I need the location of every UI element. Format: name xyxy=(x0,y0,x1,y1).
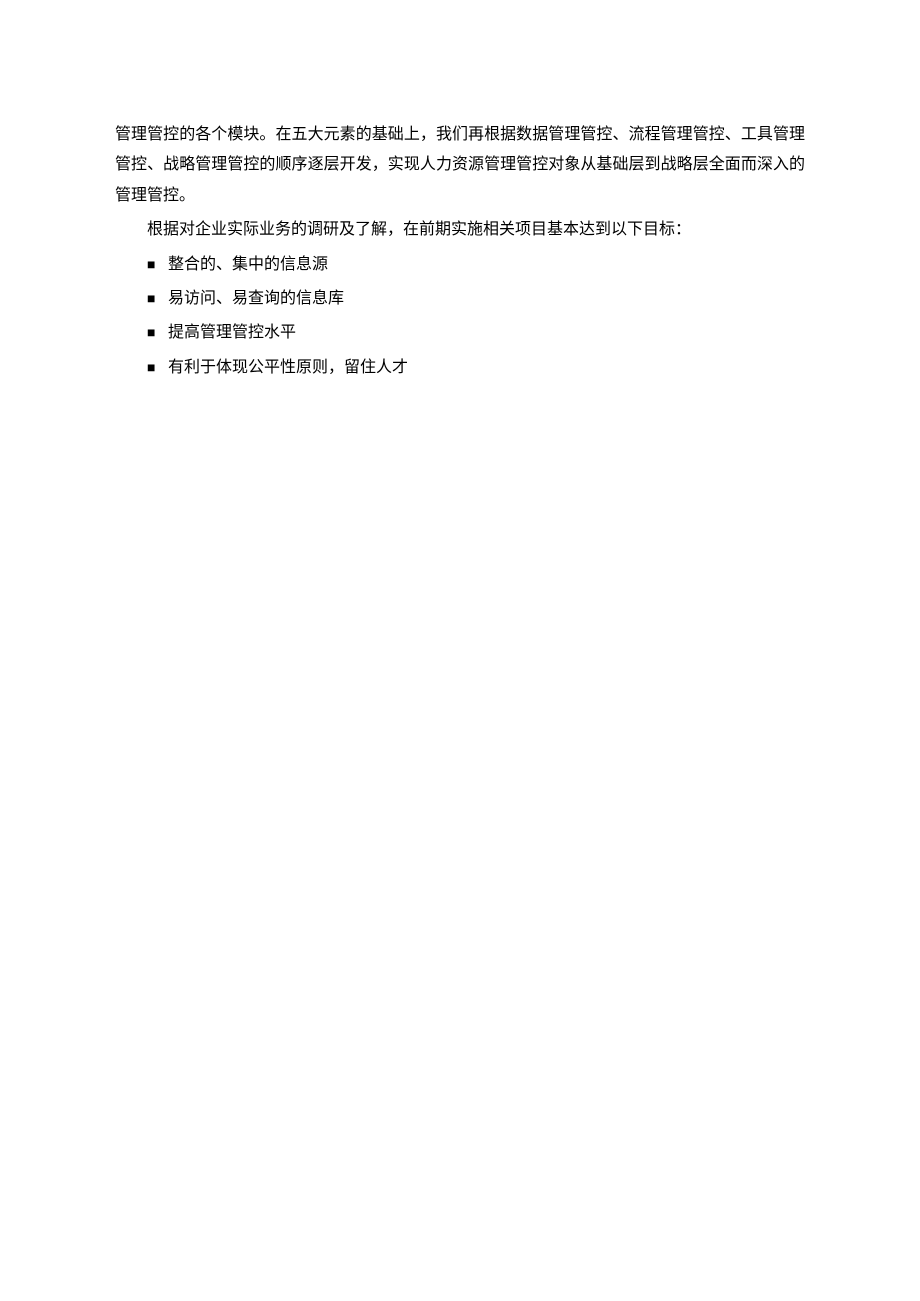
list-item: ■ 有利于体现公平性原则，留住人才 xyxy=(147,353,805,383)
square-bullet-icon: ■ xyxy=(147,356,168,383)
square-bullet-icon: ■ xyxy=(147,253,168,280)
list-item-text: 有利于体现公平性原则，留住人才 xyxy=(168,353,805,383)
list-item: ■ 提高管理管控水平 xyxy=(147,318,805,348)
list-item-text: 提高管理管控水平 xyxy=(168,318,805,348)
list-item: ■ 易访问、易查询的信息库 xyxy=(147,284,805,314)
goals-list: ■ 整合的、集中的信息源 ■ 易访问、易查询的信息库 ■ 提高管理管控水平 ■ … xyxy=(115,250,805,384)
square-bullet-icon: ■ xyxy=(147,287,168,314)
list-item: ■ 整合的、集中的信息源 xyxy=(147,250,805,280)
square-bullet-icon: ■ xyxy=(147,321,168,348)
body-paragraph-2: 根据对企业实际业务的调研及了解，在前期实施相关项目基本达到以下目标： xyxy=(115,215,805,245)
body-paragraph-1: 管理管控的各个模块。在五大元素的基础上，我们再根据数据管理管控、流程管理管控、工… xyxy=(115,120,805,211)
list-item-text: 整合的、集中的信息源 xyxy=(168,250,805,280)
list-item-text: 易访问、易查询的信息库 xyxy=(168,284,805,314)
